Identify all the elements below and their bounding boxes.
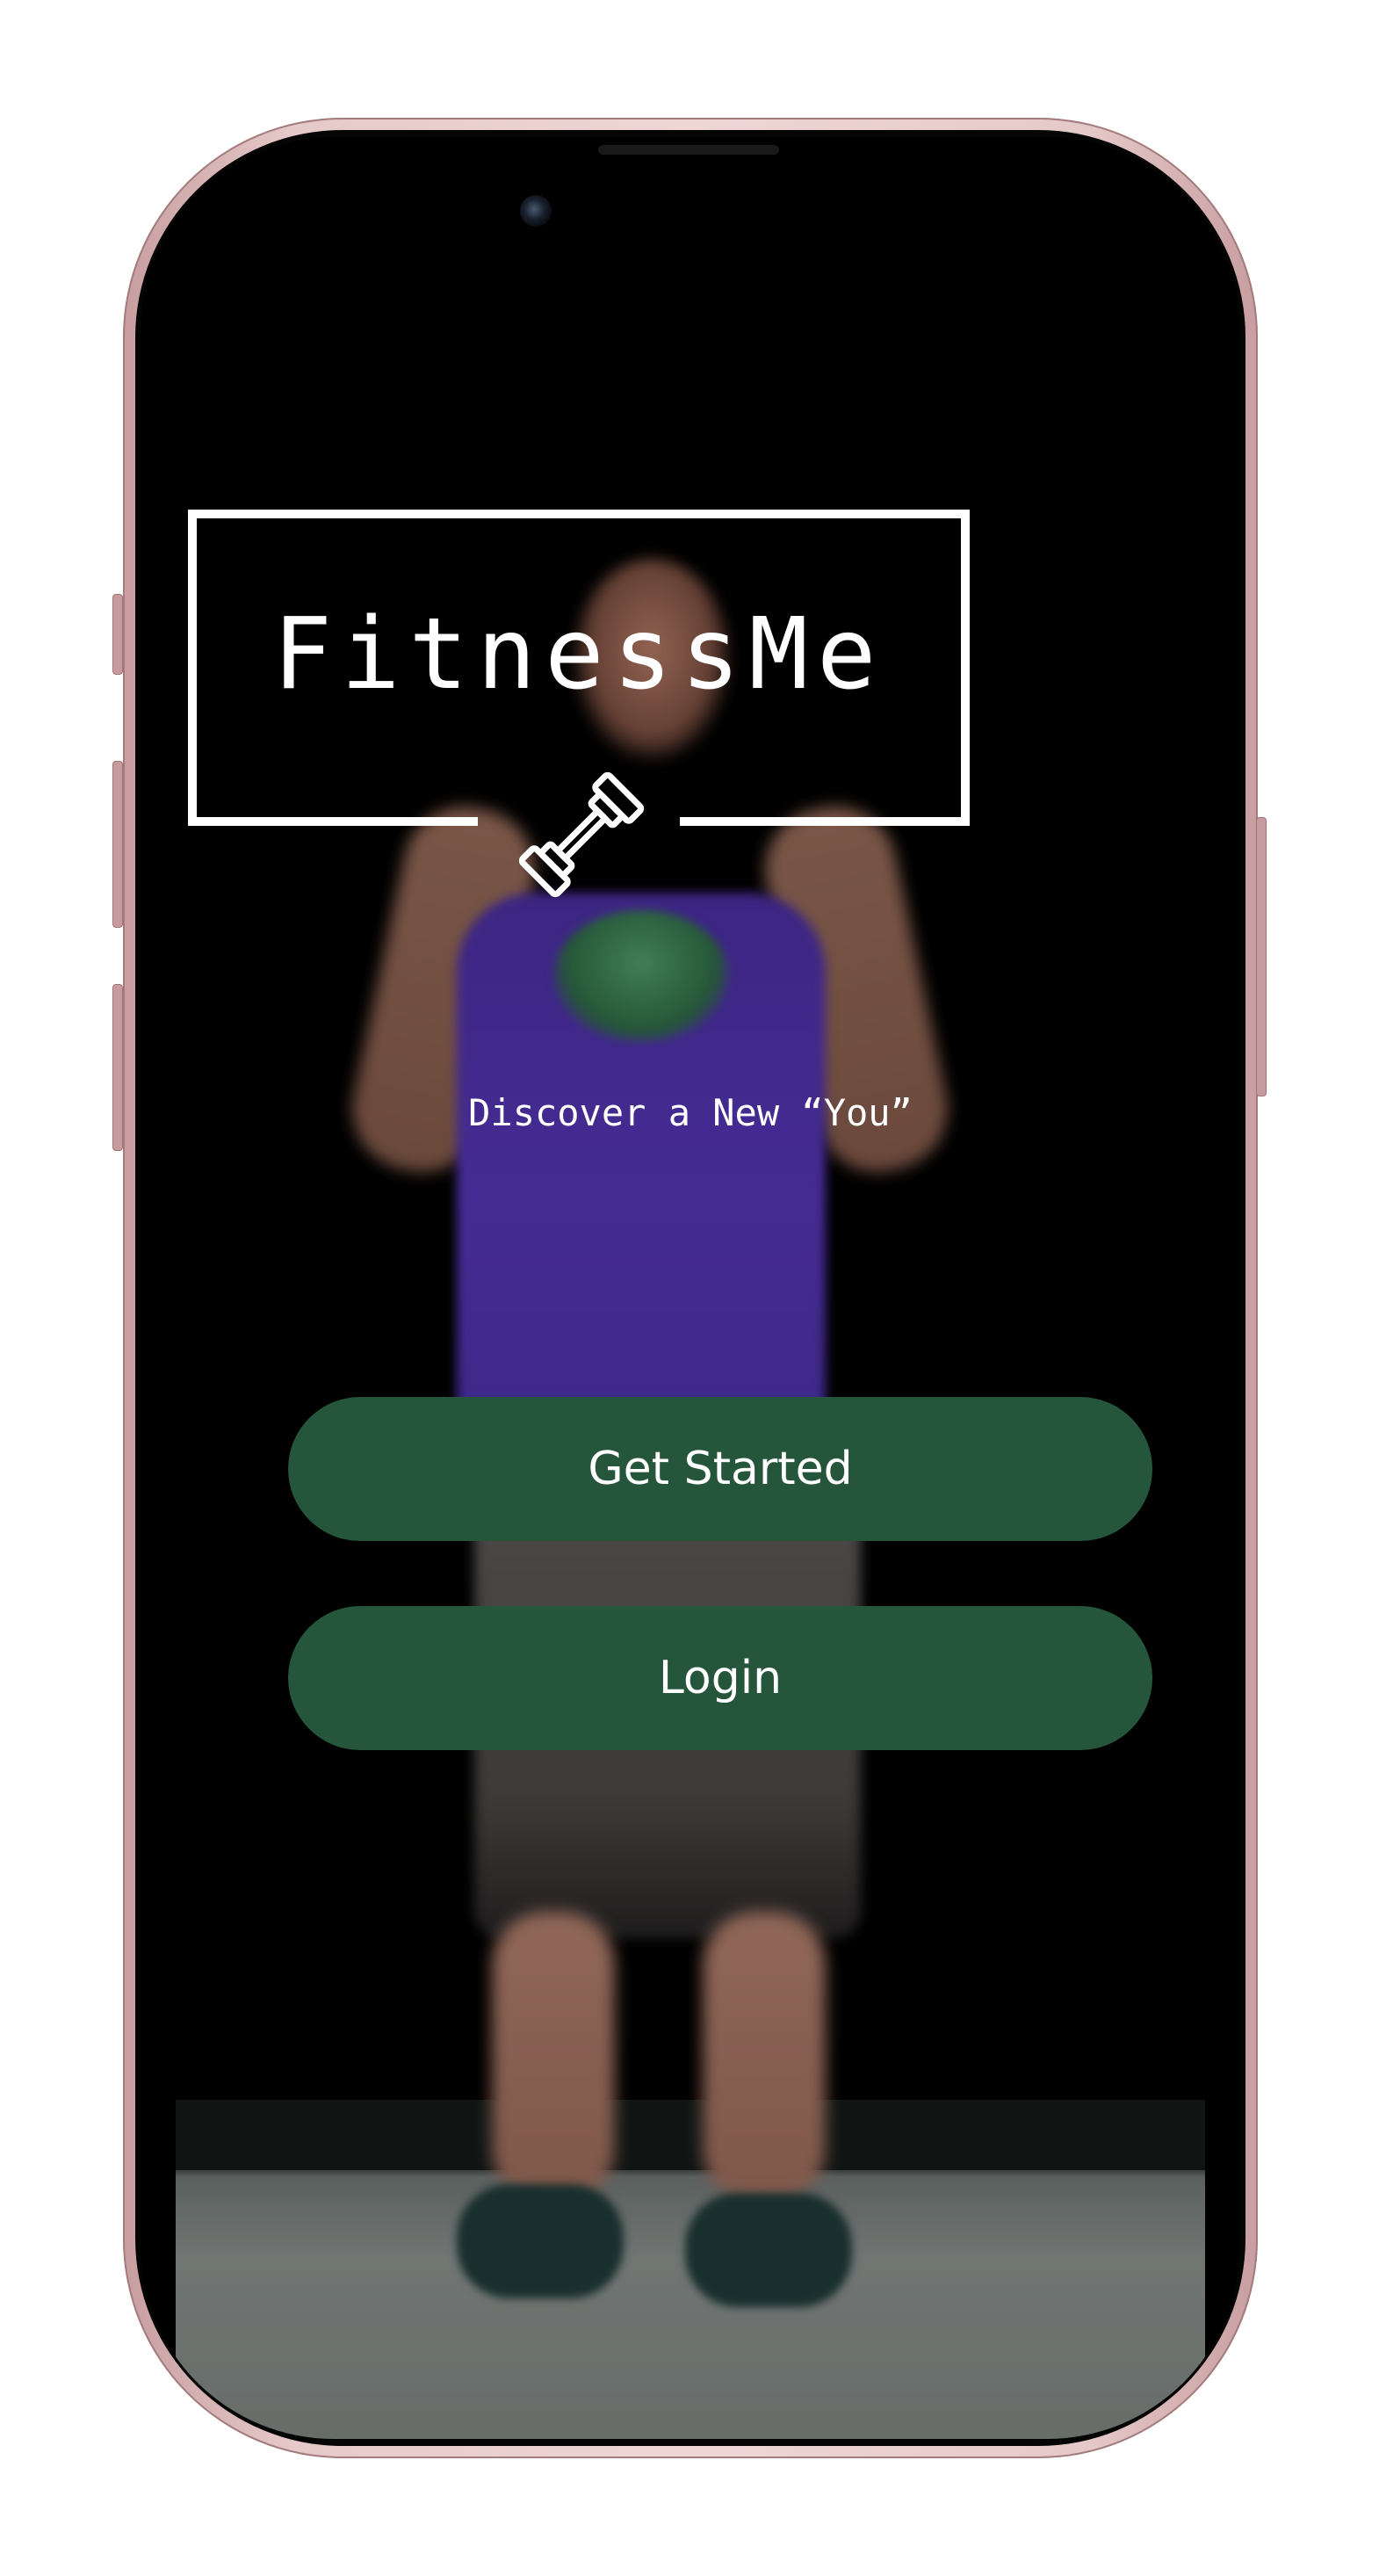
front-camera [520, 195, 552, 227]
login-button[interactable]: Login [288, 1606, 1152, 1750]
app-logo-title: FitnessMe [272, 597, 885, 712]
app-screen [141, 137, 1240, 2439]
dumbbell-icon [518, 771, 645, 898]
get-started-button[interactable]: Get Started [288, 1397, 1152, 1541]
silent-switch [112, 594, 123, 675]
background-video [141, 137, 1240, 2439]
logo-frame-bottom-left [188, 817, 478, 826]
logo-frame-bottom-right [680, 817, 970, 826]
video-overlay [141, 137, 1240, 2439]
power-button [1256, 817, 1267, 1096]
volume-up-button [112, 761, 123, 928]
volume-down-button [112, 984, 123, 1151]
tagline: Discover a New “You” [468, 1091, 913, 1134]
speaker-grille [598, 145, 779, 155]
